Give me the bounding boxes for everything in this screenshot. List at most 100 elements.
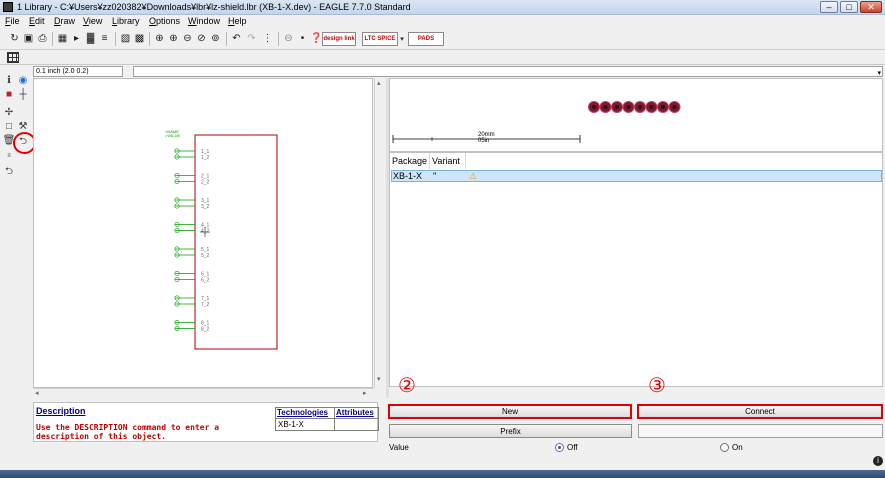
menu-bar: File Edit Draw View Library Options Wind… — [0, 15, 885, 28]
move-icon[interactable]: ✢ — [3, 106, 15, 118]
canvas-vertical-scrollbar[interactable]: ▴ ▾ — [374, 78, 386, 388]
pin-3_2[interactable]: 3_2 — [174, 203, 210, 210]
pin-2_2[interactable]: 2_2 — [174, 179, 210, 186]
pin-5_2[interactable]: 5_2 — [174, 252, 210, 259]
undo-icon[interactable]: ↶ — [230, 32, 243, 45]
grid-icon[interactable] — [7, 52, 19, 63]
name-icon[interactable]: ≡ — [3, 150, 15, 162]
description-link[interactable]: Description — [36, 406, 86, 416]
maximize-button[interactable]: □ — [840, 1, 858, 13]
board-icon[interactable]: ▦ — [56, 32, 69, 45]
new-button[interactable]: New — [388, 404, 632, 419]
chevron-down-icon[interactable]: ▾ — [877, 69, 881, 77]
value-label: Value — [389, 443, 409, 452]
symbol-drawing: >NAME >VALUE 1_11_22_12_23_13_24_14_25_1… — [165, 129, 278, 350]
pin-7_2[interactable]: 7_2 — [174, 301, 210, 308]
zoom-select-icon[interactable]: ⊚ — [209, 32, 222, 45]
title-bar: 1 Library - C:¥Users¥zz020382¥Downloads¥… — [0, 0, 885, 15]
close-button[interactable]: ✕ — [860, 1, 882, 13]
toolbar-separator — [149, 32, 150, 46]
show-icon[interactable]: ◉ — [17, 74, 29, 86]
symbol-editor-canvas[interactable]: >NAME >VALUE 1_11_22_12_23_13_24_14_25_1… — [33, 78, 373, 388]
menu-help[interactable]: Help — [228, 16, 247, 26]
variant-cell: '' — [433, 171, 437, 181]
pad-row — [588, 101, 681, 113]
redo-icon[interactable]: ↷ — [245, 32, 258, 45]
menu-draw[interactable]: Draw — [54, 16, 75, 26]
script-icon[interactable]: ▸ — [70, 32, 83, 45]
pin-1_2[interactable]: 1_2 — [174, 154, 210, 161]
frame-icon[interactable]: □ — [3, 120, 15, 132]
menu-edit[interactable]: Edit — [29, 16, 45, 26]
wrench-icon[interactable]: ⚒ — [17, 120, 29, 132]
zoom-in-icon[interactable]: ⊕ — [167, 32, 180, 45]
menu-options[interactable]: Options — [149, 16, 180, 26]
value-off-label: Off — [567, 443, 578, 452]
toolbar-separator — [52, 32, 53, 46]
menu-library[interactable]: Library — [112, 16, 140, 26]
ulp-icon[interactable]: ▓ — [84, 32, 97, 45]
column-header-package[interactable]: Package — [390, 153, 430, 169]
technologies-table: Technologies Attributes XB-1-X — [275, 407, 379, 431]
zoom-out-icon[interactable]: ⊖ — [181, 32, 194, 45]
zoom-fit-icon[interactable]: ⊕ — [153, 32, 166, 45]
info-icon[interactable]: ℹ — [3, 74, 15, 86]
scroll-left-icon[interactable]: ◂ — [35, 389, 39, 397]
pad-hole — [592, 105, 596, 109]
print-icon[interactable]: ⎙ — [36, 32, 49, 45]
grid-coordinate-field[interactable]: 0.1 inch (2.0 0.2) — [33, 66, 123, 77]
pad-hole — [603, 105, 608, 109]
value-off-radio[interactable] — [555, 443, 564, 452]
toolbar-separator — [115, 32, 116, 46]
pad-hole — [626, 105, 631, 109]
ltspice-dropdown-icon[interactable]: ▾ — [398, 32, 406, 45]
pin-label: 1_2 — [201, 155, 210, 161]
cam-icon[interactable]: ≡ — [98, 32, 111, 45]
status-info-icon[interactable]: i — [873, 456, 883, 466]
canvas-horizontal-scrollbar[interactable]: ◂ ▸ — [33, 388, 374, 400]
technologies-link[interactable]: Technologies — [277, 408, 328, 417]
command-icon[interactable]: ⋮ — [261, 32, 274, 45]
package-preview-drawing: 05in 20mm — [392, 101, 681, 144]
scroll-up-icon[interactable]: ▴ — [377, 79, 381, 87]
menu-view[interactable]: View — [83, 16, 102, 26]
technology-item[interactable]: XB-1-X — [278, 420, 304, 429]
description-text: Use the DESCRIPTION command to enter a d… — [36, 423, 220, 441]
layer-icon[interactable]: ▧ — [119, 32, 132, 45]
go-icon[interactable]: • — [296, 32, 309, 45]
ltspice-button[interactable]: LTC SPICE — [362, 32, 398, 46]
table-row[interactable]: XB-1-X '' ⚠ — [391, 170, 882, 182]
connect-button[interactable]: Connect — [637, 404, 883, 419]
scale-label-left: 05in — [478, 138, 489, 144]
pin-4_2[interactable]: 4_2 — [174, 228, 210, 235]
open-icon[interactable]: ↻ — [8, 32, 21, 45]
grid-icon[interactable]: ▩ — [133, 32, 146, 45]
pin-8_2[interactable]: 8_2 — [174, 326, 210, 333]
menu-file[interactable]: File — [5, 16, 20, 26]
column-header-variant[interactable]: Variant — [430, 153, 466, 169]
mark-icon[interactable]: ┼ — [17, 88, 29, 100]
pin-label: 2_2 — [201, 180, 210, 186]
pin-6_2[interactable]: 6_2 — [174, 277, 210, 284]
value-on-radio[interactable] — [720, 443, 729, 452]
package-table: Package Variant XB-1-X '' ⚠ — [389, 152, 883, 387]
pads-button[interactable]: PADS — [408, 32, 444, 46]
annotation-number-2: ② — [398, 373, 416, 397]
scroll-right-icon[interactable]: ▸ — [363, 389, 367, 397]
save-icon[interactable]: ▣ — [22, 32, 35, 45]
toolbar: ↻ ▣ ⎙ ▦ ▸ ▓ ≡ ▧ ▩ ⊕ ⊕ ⊖ ⊘ ⊚ ↶ ↷ ⋮ ⊖ • ❓ … — [0, 28, 885, 50]
command-line-input[interactable]: ▾ — [133, 66, 883, 77]
minimize-button[interactable]: – — [820, 1, 838, 13]
connect-tool-icon[interactable]: ⮌ — [3, 166, 15, 178]
package-cell: XB-1-X — [393, 171, 423, 181]
stop-icon[interactable]: ⊖ — [282, 32, 295, 45]
display-icon[interactable]: ■ — [3, 88, 15, 100]
scroll-down-icon[interactable]: ▾ — [377, 375, 381, 383]
left-toolbox: ℹ ◉ ■ ┼ ✢ □ ⚒ 🗑 ⮌ ≡ ⮌ — [0, 72, 33, 402]
zoom-redraw-icon[interactable]: ⊘ — [195, 32, 208, 45]
attributes-link[interactable]: Attributes — [336, 408, 374, 417]
prefix-button[interactable]: Prefix — [389, 424, 632, 438]
pad-hole — [672, 105, 677, 109]
menu-window[interactable]: Window — [188, 16, 220, 26]
design-link-button[interactable]: design link — [322, 32, 356, 46]
